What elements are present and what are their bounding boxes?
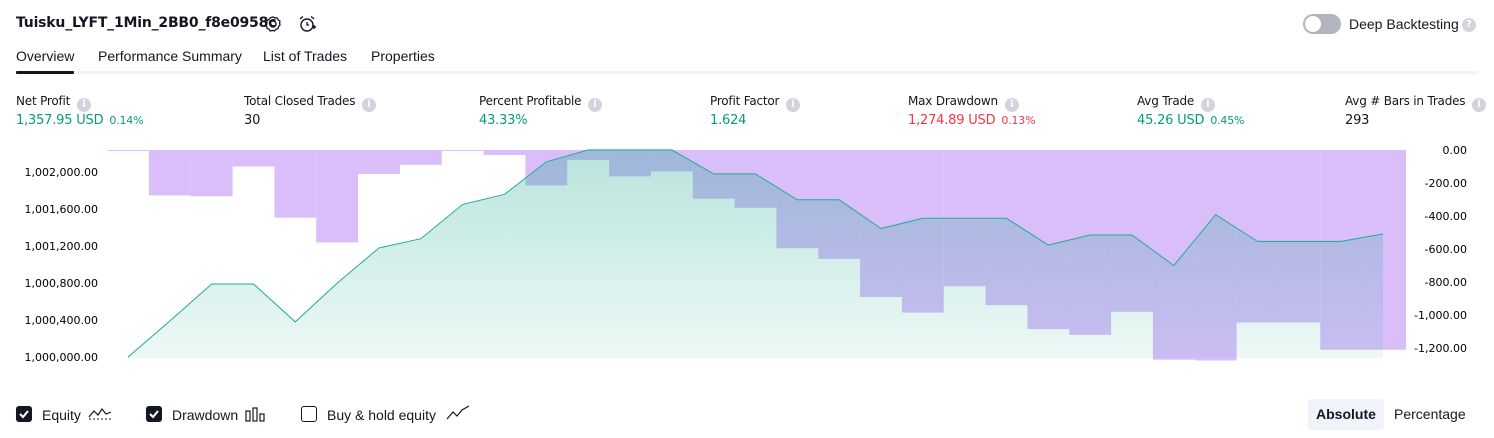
right-axis-tick: -400.00 (1425, 210, 1467, 223)
x-axis-tick: 25 (1125, 378, 1139, 380)
tab-properties[interactable]: Properties (371, 48, 435, 64)
drawdown-bar (399, 150, 442, 165)
drawdown-bar (190, 150, 233, 197)
right-axis-tick: -1,200.00 (1414, 342, 1467, 355)
right-axis-tick: -800.00 (1425, 276, 1467, 289)
x-axis-tick: 19 (874, 378, 888, 380)
x-axis-tick: 21 (958, 378, 972, 380)
alarm-clock-icon[interactable] (297, 14, 316, 32)
metric-max-drawdown-value: 1,274.89 USD 0.13% (908, 113, 1036, 128)
metric-profit-factor-value: 1.624 (710, 113, 747, 128)
right-axis-tick: -200.00 (1425, 177, 1467, 190)
x-axis-tick: 1 (125, 378, 132, 380)
toggle-knob (1305, 16, 1321, 32)
help-icon[interactable]: i (1200, 98, 1215, 112)
metric-avg-bars-label: Avg # Bars in Trades i (1345, 94, 1486, 112)
x-axis-tick: 7 (376, 378, 383, 380)
tabs-underline (16, 71, 1478, 74)
help-icon[interactable]: i (76, 98, 91, 112)
drawdown-bar (148, 150, 191, 196)
help-icon[interactable]: i (361, 98, 376, 112)
buy-hold-checkbox[interactable] (301, 406, 317, 422)
metric-max-drawdown-label: Max Drawdown i (908, 94, 1019, 112)
x-axis-tick: 27 (1209, 378, 1223, 380)
drawdown-bar (274, 150, 317, 218)
help-icon[interactable]: i (587, 98, 602, 112)
strategy-title: Tuisku_LYFT_1Min_2BB0_f8e0958c (16, 15, 277, 31)
help-icon[interactable]: i (1471, 98, 1486, 112)
tab-list-of-trades[interactable]: List of Trades (263, 48, 347, 64)
x-axis-tick: 11 (539, 378, 553, 380)
metric-percent-profitable-label: Percent Profitable i (479, 94, 602, 112)
drawdown-bar (232, 150, 275, 167)
buy-hold-legend-label: Buy & hold equity (327, 407, 436, 423)
buy-hold-line-icon (446, 404, 470, 427)
metric-profit-factor-label: Profit Factor i (710, 94, 800, 112)
metric-percent-profitable-value: 43.33% (479, 113, 528, 128)
drawdown-bars-icon (245, 405, 267, 428)
equity-drawdown-chart[interactable]: 1,002,000.00 1,001,600.00 1,001,200.00 1,00… (0, 140, 1494, 380)
drawdown-bar (108, 150, 149, 151)
x-axis-tick: 31 (1376, 378, 1390, 380)
equity-legend-label: Equity (42, 407, 81, 423)
metric-net-profit-value: 1,357.95 USD 0.14% (16, 113, 144, 128)
x-axis-tick: 3 (208, 378, 215, 380)
metric-avg-trade-value: 45.26 USD 0.45% (1137, 113, 1245, 128)
metric-avg-trade-label: Avg Trade i (1137, 94, 1215, 112)
drawdown-checkbox[interactable] (146, 406, 162, 422)
metric-total-closed-trades-value: 30 (244, 113, 261, 128)
drawdown-bar (358, 150, 400, 174)
deep-backtesting-label: Deep Backtesting (1349, 16, 1459, 32)
right-axis-tick: -1,000.00 (1414, 309, 1467, 322)
help-icon[interactable]: i (1004, 98, 1019, 112)
gear-icon[interactable] (264, 15, 282, 33)
left-axis-tick: 1,000,400.00 (25, 314, 98, 327)
x-axis-tick: 5 (292, 378, 299, 380)
equity-line-icon (88, 405, 112, 428)
drawdown-bar (316, 150, 359, 243)
x-axis-tick: 23 (1041, 378, 1055, 380)
percentage-mode-button[interactable]: Percentage (1386, 399, 1474, 430)
left-axis-tick: 1,002,000.00 (25, 166, 98, 179)
right-axis-tick: -600.00 (1425, 243, 1467, 256)
left-axis-tick: 1,000,000.00 (25, 351, 98, 364)
x-axis-tick: 13 (623, 378, 637, 380)
tab-overview[interactable]: Overview (16, 48, 74, 64)
x-axis-tick: 29 (1292, 378, 1306, 380)
x-axis-tick: 15 (707, 378, 721, 380)
drawdown-legend-label: Drawdown (172, 407, 239, 423)
help-icon[interactable]: i (785, 98, 800, 112)
absolute-mode-button[interactable]: Absolute (1308, 399, 1384, 430)
tab-performance-summary[interactable]: Performance Summary (98, 48, 242, 64)
metric-net-profit-label: Net Profit i (16, 94, 91, 112)
x-axis-tick: 17 (790, 378, 804, 380)
drawdown-bar (483, 150, 526, 155)
help-icon[interactable]: ? (1462, 18, 1476, 32)
left-axis-tick: 1,000,800.00 (25, 277, 98, 290)
right-axis-tick: 0.00 (1443, 144, 1468, 157)
metric-total-closed-trades-label: Total Closed Trades i (244, 94, 376, 112)
left-axis-tick: 1,001,600.00 (25, 203, 98, 216)
left-axis-tick: 1,001,200.00 (25, 240, 98, 253)
x-axis-tick: 9 (459, 378, 466, 380)
drawdown-bar (441, 150, 484, 151)
equity-checkbox[interactable] (16, 406, 32, 422)
tab-active-indicator (16, 71, 74, 74)
deep-backtesting-toggle[interactable] (1303, 14, 1341, 34)
metric-avg-bars-value: 293 (1345, 113, 1370, 128)
